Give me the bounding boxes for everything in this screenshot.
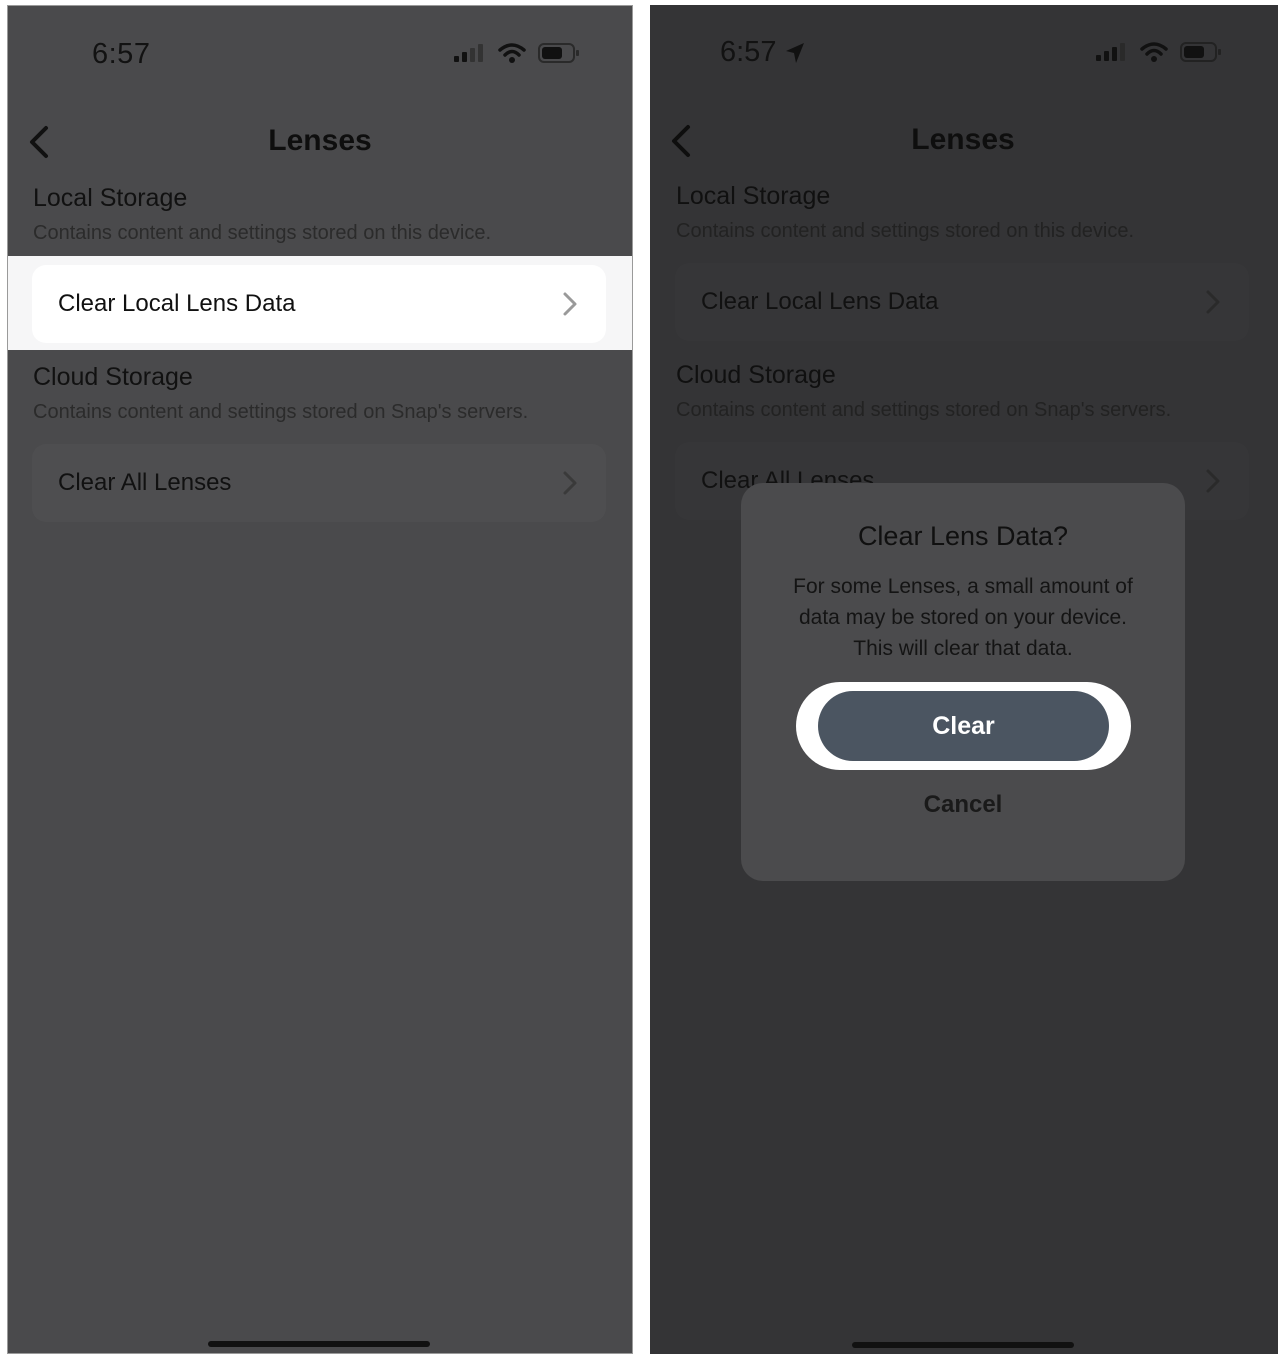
local-storage-description: Contains content and settings stored on … [33,222,492,244]
status-time: 6:57 [720,36,777,68]
chevron-right-icon [1206,469,1220,493]
status-time-group: 6:57 [720,36,806,69]
clear-local-lens-data-row[interactable]: Clear Local Lens Data [32,265,606,343]
chevron-right-icon [1206,290,1220,314]
chevron-right-icon [563,292,577,316]
page-title: Lenses [911,123,1015,156]
back-chevron-icon[interactable] [666,121,700,161]
clear-button-highlight: Clear [796,682,1131,770]
battery-icon [1180,42,1221,62]
row-label: Clear Local Lens Data [701,288,939,315]
signal-icon [1096,43,1125,61]
dialog-title: Clear Lens Data? [857,521,1069,551]
cloud-storage-description: Contains content and settings stored on … [33,401,529,423]
signal-icon [454,44,483,62]
cloud-storage-title: Cloud Storage [33,363,193,391]
chevron-right-icon [563,471,577,495]
clear-all-lenses-row[interactable]: Clear All Lenses [32,444,606,522]
row-label: Clear Local Lens Data [58,290,296,317]
location-arrow-icon [786,42,805,63]
right-screen: 6:57 Lenses Local Storage Contains conte… [650,5,1278,1354]
left-screen: 6:57 Lenses Local Storage Contains conte… [7,5,633,1354]
status-icons [454,42,580,64]
back-chevron-icon[interactable] [24,122,58,162]
cancel-button[interactable]: Cancel [741,791,1185,819]
status-time: 6:57 [92,38,151,70]
page-title: Lenses [268,124,372,157]
local-storage-title: Local Storage [33,184,188,212]
cloud-storage-description: Contains content and settings stored on … [676,399,1172,421]
status-icons [1096,41,1222,63]
home-indicator [852,1342,1074,1348]
wifi-icon [1140,42,1168,62]
local-storage-description: Contains content and settings stored on … [676,220,1135,242]
cloud-storage-title: Cloud Storage [676,361,836,389]
clear-local-lens-data-row[interactable]: Clear Local Lens Data [675,263,1249,341]
local-storage-title: Local Storage [676,182,831,210]
home-indicator [208,1341,430,1347]
row-label: Clear All Lenses [58,469,232,496]
clear-lens-data-dialog: Clear Lens Data? For some Lenses, a smal… [741,483,1185,881]
battery-icon [538,43,579,63]
dialog-message: For some Lenses, a small amount of data … [793,575,1133,660]
wifi-icon [498,43,526,63]
clear-button[interactable]: Clear [818,691,1109,761]
